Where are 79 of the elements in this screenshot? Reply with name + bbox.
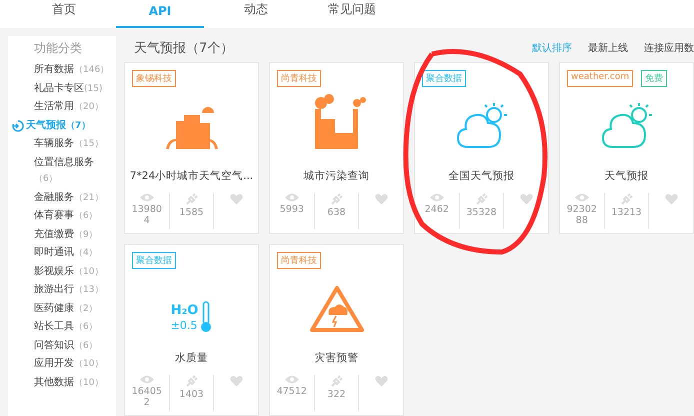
nav-tab[interactable]: 首页: [20, 1, 108, 28]
card-title: 全国天气预报: [448, 169, 514, 183]
view-count: 164052: [130, 386, 163, 408]
water-icon-label: ±0.5: [170, 318, 198, 333]
arrow-circle-icon: [12, 120, 24, 132]
card-title: 水质量: [175, 351, 208, 365]
page-title: 天气预报（7个）: [134, 40, 234, 57]
connection-count: 35328: [466, 207, 498, 218]
sort-link[interactable]: 最新上线: [588, 41, 628, 55]
sidebar-title: 功能分类: [34, 40, 83, 57]
category-item[interactable]: 站长工具（6）: [34, 319, 116, 336]
plug-icon: [186, 193, 198, 205]
connection-count: 322: [326, 389, 347, 400]
water-icon-label: H₂O: [170, 303, 198, 318]
provider-tag: weather.com: [567, 70, 634, 87]
category-item[interactable]: 位置信息服务 （6）: [34, 154, 116, 188]
connection-count: 13213: [610, 207, 642, 218]
api-card[interactable]: 尚青科技 灾害预警 47512 322: [269, 244, 404, 416]
category-item[interactable]: 充值缴费（9）: [34, 226, 116, 243]
category-item[interactable]: 即时通讯（4）: [34, 245, 116, 262]
view-count: 2462: [424, 204, 450, 215]
view-count: 139804: [130, 204, 163, 226]
provider-tag: 尚青科技: [277, 70, 321, 87]
eye-icon: [140, 193, 154, 202]
view-count: 5993: [278, 204, 305, 215]
api-card[interactable]: 尚青科技 城市污染查询 5993 638: [269, 62, 404, 234]
api-card[interactable]: 聚合数据 H₂O ±0.5 水质量 164052 1403: [124, 244, 259, 416]
heart-icon[interactable]: [664, 193, 678, 205]
connection-count: 638: [326, 207, 347, 218]
provider-tag: 象锡科技: [132, 70, 176, 87]
category-item[interactable]: 所有数据（146）: [34, 62, 116, 78]
eye-icon: [284, 375, 299, 384]
plug-icon: [186, 375, 198, 387]
api-card[interactable]: weather.com 免费 天气预报 9230288 13213: [559, 62, 694, 234]
connection-count: 1585: [178, 207, 205, 218]
api-card[interactable]: 聚合数据 全国天气预报 2462 35328: [414, 62, 549, 234]
eye-icon: [574, 193, 589, 202]
nav-tab[interactable]: 常见问题: [308, 1, 396, 28]
provider-tag: 免费: [641, 70, 668, 87]
cloud-sun-icon: [600, 101, 652, 151]
sort-link[interactable]: 连接应用数: [644, 41, 694, 55]
card-title: 7*24小时城市天气空气...: [130, 169, 254, 183]
category-item[interactable]: 金融服务（21）: [34, 190, 116, 206]
connection-count: 1403: [178, 389, 205, 400]
card-title: 城市污染查询: [304, 169, 370, 183]
cloud-sun-icon: [456, 101, 508, 151]
card-title: 天气预报: [604, 169, 648, 183]
provider-tag: 聚合数据: [132, 252, 176, 269]
heart-icon[interactable]: [520, 193, 533, 205]
card-title: 灾害预警: [314, 351, 358, 365]
plug-icon: [620, 193, 632, 205]
heart-icon[interactable]: [374, 193, 388, 205]
plug-icon: [330, 375, 342, 387]
api-card[interactable]: 象锡科技 7*24小时城市天气空气... 139804 1585: [124, 62, 259, 234]
category-item[interactable]: 生活常用（20）: [34, 99, 116, 116]
category-item[interactable]: 礼品卡专区(15): [34, 80, 116, 97]
category-item[interactable]: 车辆服务（15）: [34, 136, 116, 152]
category-item[interactable]: 其他数据（10）: [34, 374, 116, 391]
category-item[interactable]: 问答知识（6）: [34, 338, 116, 354]
heart-icon[interactable]: [230, 375, 243, 387]
category-item[interactable]: 体育赛事（6）: [34, 208, 116, 224]
view-count: 47512: [276, 386, 308, 397]
heart-icon[interactable]: [374, 375, 388, 387]
eye-icon: [430, 193, 444, 202]
heart-icon[interactable]: [230, 193, 243, 205]
plug-icon: [476, 193, 488, 205]
provider-tag: 尚青科技: [277, 252, 321, 269]
view-count: 9230288: [566, 204, 598, 226]
category-item[interactable]: 应用开发（10）: [34, 356, 116, 372]
plug-icon: [330, 193, 342, 205]
category-item[interactable]: 旅游出行（13）: [34, 282, 116, 298]
eye-icon: [140, 375, 154, 384]
category-item[interactable]: 影视娱乐（10）: [34, 264, 116, 280]
eye-icon: [284, 193, 299, 202]
storm-warning-icon: [308, 285, 364, 333]
thermometer-icon: [200, 301, 212, 333]
category-item[interactable]: 医药健康（2）: [34, 300, 116, 317]
provider-tag: 聚合数据: [422, 70, 466, 87]
nav-tab[interactable]: 动态: [212, 1, 300, 28]
